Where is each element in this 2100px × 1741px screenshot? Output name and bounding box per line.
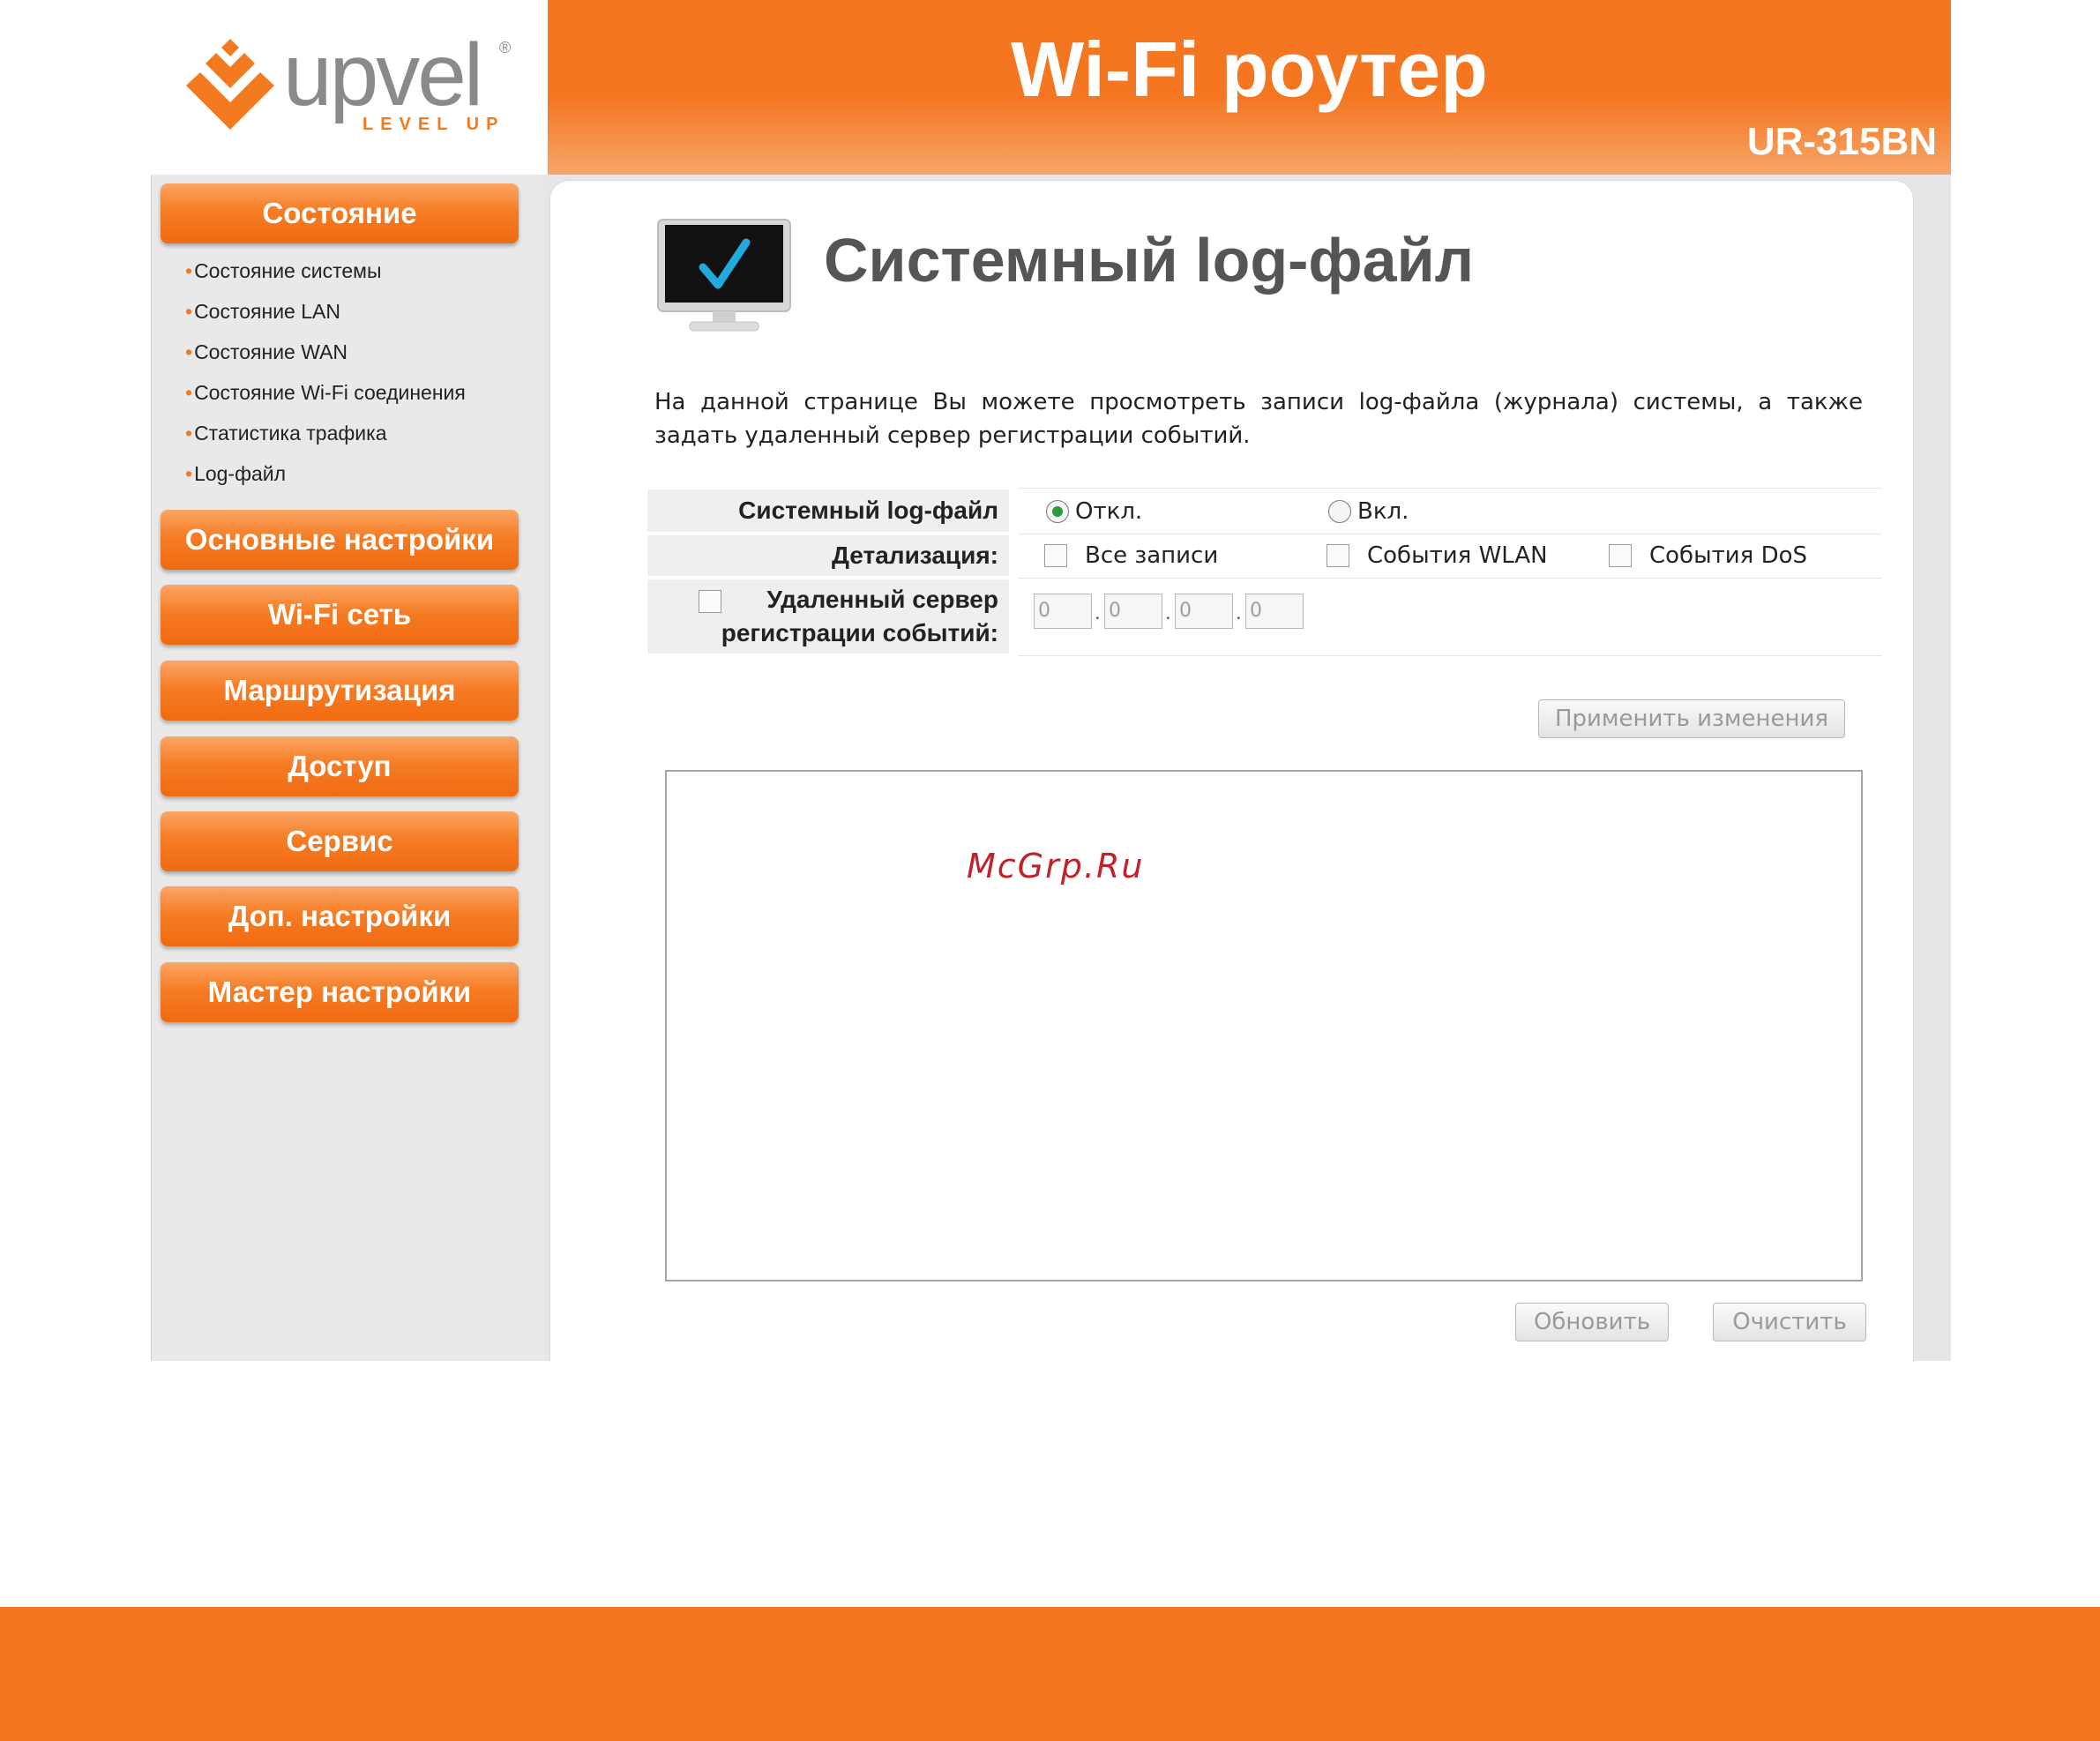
watermark-text: McGrp.Ru <box>967 847 1145 885</box>
subitem-traffic-stats[interactable]: •Статистика трафика <box>185 422 387 445</box>
remote-server-checkbox[interactable] <box>699 590 721 613</box>
syslog-on-radio[interactable] <box>1328 500 1351 523</box>
header-band: Wi-Fi роутер UR-315BN <box>548 0 1951 175</box>
ip-octet-3[interactable]: 0 <box>1175 594 1233 629</box>
ip-separator: . <box>1236 601 1242 624</box>
bullet-icon: • <box>185 300 193 323</box>
detail-wlan-checkbox[interactable] <box>1327 544 1349 567</box>
menu-access[interactable]: Доступ <box>161 736 519 796</box>
menu-service[interactable]: Сервис <box>161 811 519 871</box>
bullet-icon: • <box>185 259 193 282</box>
row-divider <box>1018 655 1882 656</box>
ip-separator: . <box>1165 601 1171 624</box>
subitem-label: Состояние WAN <box>194 340 348 363</box>
subitem-wan-status[interactable]: •Состояние WAN <box>185 340 348 364</box>
remote-server-label-line2: регистрации событий: <box>721 619 998 646</box>
bullet-icon: • <box>185 381 193 404</box>
ip-octet-4[interactable]: 0 <box>1245 594 1304 629</box>
apply-changes-button[interactable]: Применить изменения <box>1538 699 1845 738</box>
menu-setup-wizard[interactable]: Мастер настройки <box>161 962 519 1022</box>
subitem-label: Статистика трафика <box>194 422 387 445</box>
row-divider <box>1018 488 1882 489</box>
row-divider <box>1018 578 1882 579</box>
logo-text: upvel <box>283 26 483 124</box>
remote-server-label-line1: Удаленный сервер <box>766 586 999 613</box>
bullet-icon: • <box>185 340 193 363</box>
detail-dos-label: События DoS <box>1649 542 1808 569</box>
main-panel: Системный log-файл На данной странице Вы… <box>544 175 1951 1362</box>
menu-status[interactable]: Состояние <box>161 183 519 243</box>
logo: upvel ® LEVEL UP <box>151 0 548 176</box>
subitem-system-status[interactable]: •Состояние системы <box>185 259 381 283</box>
subitem-label: Log-файл <box>194 462 287 485</box>
detail-all-checkbox[interactable] <box>1044 544 1067 567</box>
header-title: Wi-Fi роутер <box>1011 26 1488 113</box>
logo-registered-mark: ® <box>499 39 512 56</box>
syslog-off-label: Откл. <box>1075 498 1143 525</box>
bullet-icon: • <box>185 422 193 445</box>
subitem-wifi-status[interactable]: •Состояние Wi-Fi соединения <box>185 381 466 405</box>
detail-wlan-label: События WLAN <box>1367 542 1548 569</box>
upvel-logo-icon <box>186 39 274 130</box>
menu-basic-settings[interactable]: Основные настройки <box>161 510 519 570</box>
detail-label: Детализация: <box>647 535 1009 576</box>
bullet-icon: • <box>185 462 193 485</box>
ip-octet-2[interactable]: 0 <box>1104 594 1162 629</box>
refresh-button[interactable]: Обновить <box>1515 1303 1669 1341</box>
model-label: UR-315BN <box>1746 120 1937 163</box>
detail-all-label: Все записи <box>1085 542 1219 569</box>
page-title: Системный log-файл <box>824 226 1475 295</box>
footer-band <box>0 1607 2100 1741</box>
log-textarea[interactable] <box>665 770 1863 1281</box>
ip-octet-1[interactable]: 0 <box>1034 594 1092 629</box>
clear-button[interactable]: Очистить <box>1713 1303 1866 1341</box>
content-area: Системный log-файл На данной странице Вы… <box>549 180 1914 1362</box>
subitem-lan-status[interactable]: •Состояние LAN <box>185 300 340 324</box>
ip-separator: . <box>1095 601 1101 624</box>
menu-advanced[interactable]: Доп. настройки <box>161 886 519 946</box>
syslog-label: Системный log-файл <box>647 489 1009 532</box>
subitem-label: Состояние системы <box>194 259 382 282</box>
sidebar: Состояние •Состояние системы •Состояние … <box>151 175 545 1361</box>
syslog-off-radio[interactable] <box>1046 500 1069 523</box>
monitor-check-icon <box>657 219 791 332</box>
syslog-on-label: Вкл. <box>1357 498 1409 525</box>
menu-routing[interactable]: Маршрутизация <box>161 661 519 721</box>
logo-tagline: LEVEL UP <box>362 115 505 134</box>
subitem-log-file[interactable]: •Log-файл <box>185 462 286 486</box>
subitem-label: Состояние LAN <box>194 300 340 323</box>
detail-dos-checkbox[interactable] <box>1609 544 1632 567</box>
subitem-label: Состояние Wi-Fi соединения <box>194 381 466 404</box>
menu-wifi[interactable]: Wi-Fi сеть <box>161 585 519 645</box>
page-description: На данной странице Вы можете просмотреть… <box>654 389 1863 449</box>
